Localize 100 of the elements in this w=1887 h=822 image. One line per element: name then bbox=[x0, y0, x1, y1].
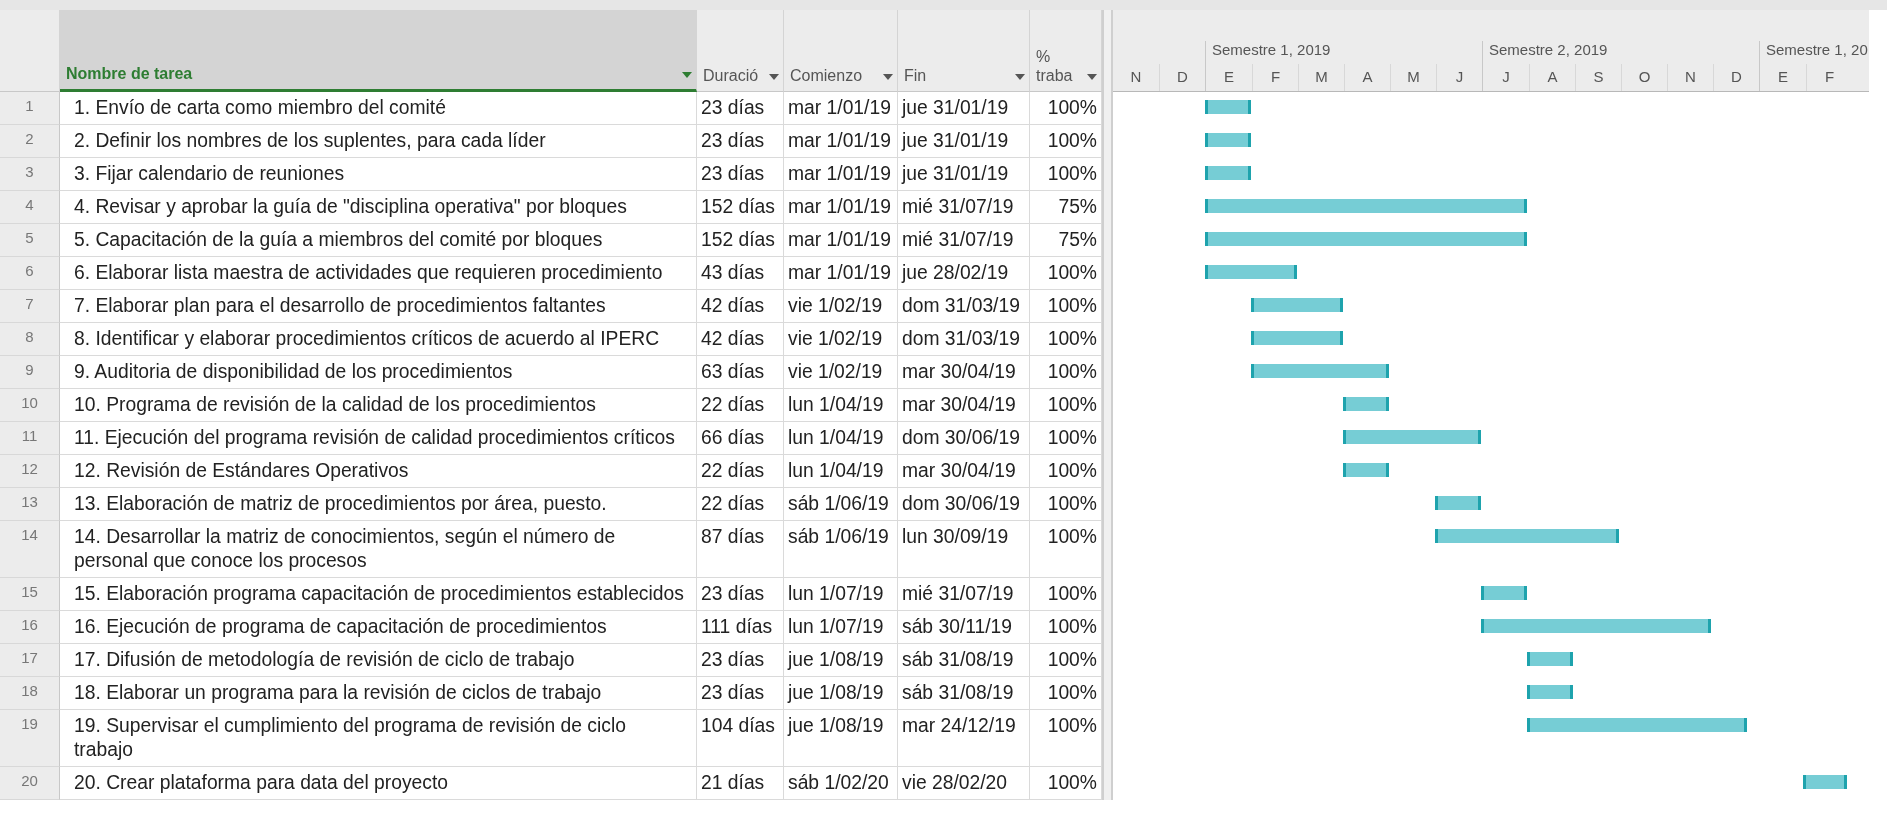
task-bar[interactable] bbox=[1527, 718, 1747, 732]
column-header[interactable]: Fin bbox=[898, 10, 1030, 92]
task-name: 18. Elaborar un programa para la revisión de ciclos de trabajo bbox=[60, 677, 697, 710]
row-number: 18 bbox=[0, 677, 60, 710]
task-bar[interactable] bbox=[1205, 166, 1251, 180]
row-number: 11 bbox=[0, 422, 60, 455]
finish-date: jue 31/01/19 bbox=[898, 92, 1030, 125]
dropdown-icon[interactable] bbox=[769, 74, 779, 80]
month-label: F bbox=[1252, 64, 1298, 91]
month-label: D bbox=[1159, 64, 1205, 91]
percent-cell: 100% bbox=[1030, 521, 1102, 578]
month-label: O bbox=[1621, 64, 1667, 91]
column-header[interactable]: Nombre de tarea bbox=[60, 10, 697, 92]
start-date: lun 1/04/19 bbox=[784, 422, 898, 455]
duration-cell: 23 días bbox=[697, 158, 784, 191]
semester-label: Semestre 2, 2019 bbox=[1488, 41, 1609, 60]
start-date: mar 1/01/19 bbox=[784, 125, 898, 158]
start-date: mar 1/01/19 bbox=[784, 191, 898, 224]
row-number: 2 bbox=[0, 125, 60, 158]
task-bar[interactable] bbox=[1205, 133, 1251, 147]
row-number: 5 bbox=[0, 224, 60, 257]
task-name: 10. Programa de revisión de la calidad de los procedimientos bbox=[60, 389, 697, 422]
task-bar[interactable] bbox=[1343, 430, 1481, 444]
task-name: 8. Identificar y elaborar procedimientos críticos de acuerdo al IPERC bbox=[60, 323, 697, 356]
task-bar[interactable] bbox=[1803, 775, 1848, 789]
finish-date: dom 30/06/19 bbox=[898, 422, 1030, 455]
finish-date: mar 30/04/19 bbox=[898, 356, 1030, 389]
task-name: 19. Supervisar el cumplimiento del programa de revisión de ciclo trabajo bbox=[60, 710, 697, 767]
dropdown-icon[interactable] bbox=[883, 74, 893, 80]
task-bar[interactable] bbox=[1251, 298, 1343, 312]
percent-cell: 100% bbox=[1030, 710, 1102, 767]
task-name: 5. Capacitación de la guía a miembros del comité por bloques bbox=[60, 224, 697, 257]
row-number: 10 bbox=[0, 389, 60, 422]
duration-cell: 23 días bbox=[697, 677, 784, 710]
percent-cell: 100% bbox=[1030, 422, 1102, 455]
duration-cell: 66 días bbox=[697, 422, 784, 455]
finish-date: dom 31/03/19 bbox=[898, 323, 1030, 356]
task-bar[interactable] bbox=[1343, 397, 1389, 411]
task-bar[interactable] bbox=[1435, 496, 1481, 510]
task-bar[interactable] bbox=[1343, 463, 1389, 477]
row-number: 9 bbox=[0, 356, 60, 389]
start-date: sáb 1/06/19 bbox=[784, 488, 898, 521]
duration-cell: 63 días bbox=[697, 356, 784, 389]
month-label: A bbox=[1529, 64, 1575, 91]
duration-cell: 43 días bbox=[697, 257, 784, 290]
start-date: mar 1/01/19 bbox=[784, 257, 898, 290]
task-name: 3. Fijar calendario de reuniones bbox=[60, 158, 697, 191]
month-label: N bbox=[1129, 67, 1143, 87]
task-bar[interactable] bbox=[1481, 586, 1527, 600]
percent-cell: 100% bbox=[1030, 488, 1102, 521]
duration-cell: 87 días bbox=[697, 521, 784, 578]
duration-cell: 42 días bbox=[697, 323, 784, 356]
task-bar[interactable] bbox=[1527, 685, 1573, 699]
duration-cell: 23 días bbox=[697, 92, 784, 125]
semester-label: Semestre 1, 2019 bbox=[1211, 41, 1332, 60]
percent-cell: 100% bbox=[1030, 290, 1102, 323]
row-number: 1 bbox=[0, 92, 60, 125]
finish-date: jue 28/02/19 bbox=[898, 257, 1030, 290]
task-name: 13. Elaboración de matriz de procedimientos por área, puesto. bbox=[60, 488, 697, 521]
task-name: 16. Ejecución de programa de capacitación de procedimientos bbox=[60, 611, 697, 644]
duration-cell: 21 días bbox=[697, 767, 784, 800]
task-bar[interactable] bbox=[1481, 619, 1711, 633]
percent-cell: 100% bbox=[1030, 611, 1102, 644]
task-bar[interactable] bbox=[1435, 529, 1619, 543]
column-header[interactable]: % traba bbox=[1030, 10, 1102, 92]
task-name: 11. Ejecución del programa revisión de calidad procedimientos críticos bbox=[60, 422, 697, 455]
start-date: jue 1/08/19 bbox=[784, 677, 898, 710]
dropdown-icon[interactable] bbox=[1015, 74, 1025, 80]
task-name: 15. Elaboración programa capacitación de procedimientos establecidos bbox=[60, 578, 697, 611]
month-label: J bbox=[1436, 64, 1482, 91]
row-number: 12 bbox=[0, 455, 60, 488]
dropdown-icon[interactable] bbox=[1087, 74, 1097, 80]
dropdown-icon[interactable] bbox=[682, 72, 692, 78]
task-bar[interactable] bbox=[1527, 652, 1573, 666]
start-date: lun 1/04/19 bbox=[784, 455, 898, 488]
month-label: D bbox=[1713, 64, 1759, 91]
percent-cell: 100% bbox=[1030, 578, 1102, 611]
finish-date: sáb 31/08/19 bbox=[898, 644, 1030, 677]
finish-date: mar 30/04/19 bbox=[898, 455, 1030, 488]
start-date: lun 1/07/19 bbox=[784, 578, 898, 611]
finish-date: lun 30/09/19 bbox=[898, 521, 1030, 578]
task-bar[interactable] bbox=[1205, 265, 1297, 279]
task-name: 6. Elaborar lista maestra de actividades que requieren procedimiento bbox=[60, 257, 697, 290]
finish-date: mar 30/04/19 bbox=[898, 389, 1030, 422]
task-bar[interactable] bbox=[1251, 331, 1343, 345]
start-date: lun 1/04/19 bbox=[784, 389, 898, 422]
month-label: N bbox=[1667, 64, 1713, 91]
column-header[interactable]: Duració bbox=[697, 10, 784, 92]
duration-cell: 22 días bbox=[697, 488, 784, 521]
task-bar[interactable] bbox=[1251, 364, 1389, 378]
percent-cell: 100% bbox=[1030, 356, 1102, 389]
duration-cell: 23 días bbox=[697, 578, 784, 611]
row-number: 16 bbox=[0, 611, 60, 644]
task-bar[interactable] bbox=[1205, 100, 1251, 114]
start-date: sáb 1/02/20 bbox=[784, 767, 898, 800]
column-header[interactable]: Comienzo bbox=[784, 10, 898, 92]
row-number: 20 bbox=[0, 767, 60, 800]
row-number: 15 bbox=[0, 578, 60, 611]
duration-cell: 152 días bbox=[697, 224, 784, 257]
month-label: M bbox=[1298, 64, 1344, 91]
